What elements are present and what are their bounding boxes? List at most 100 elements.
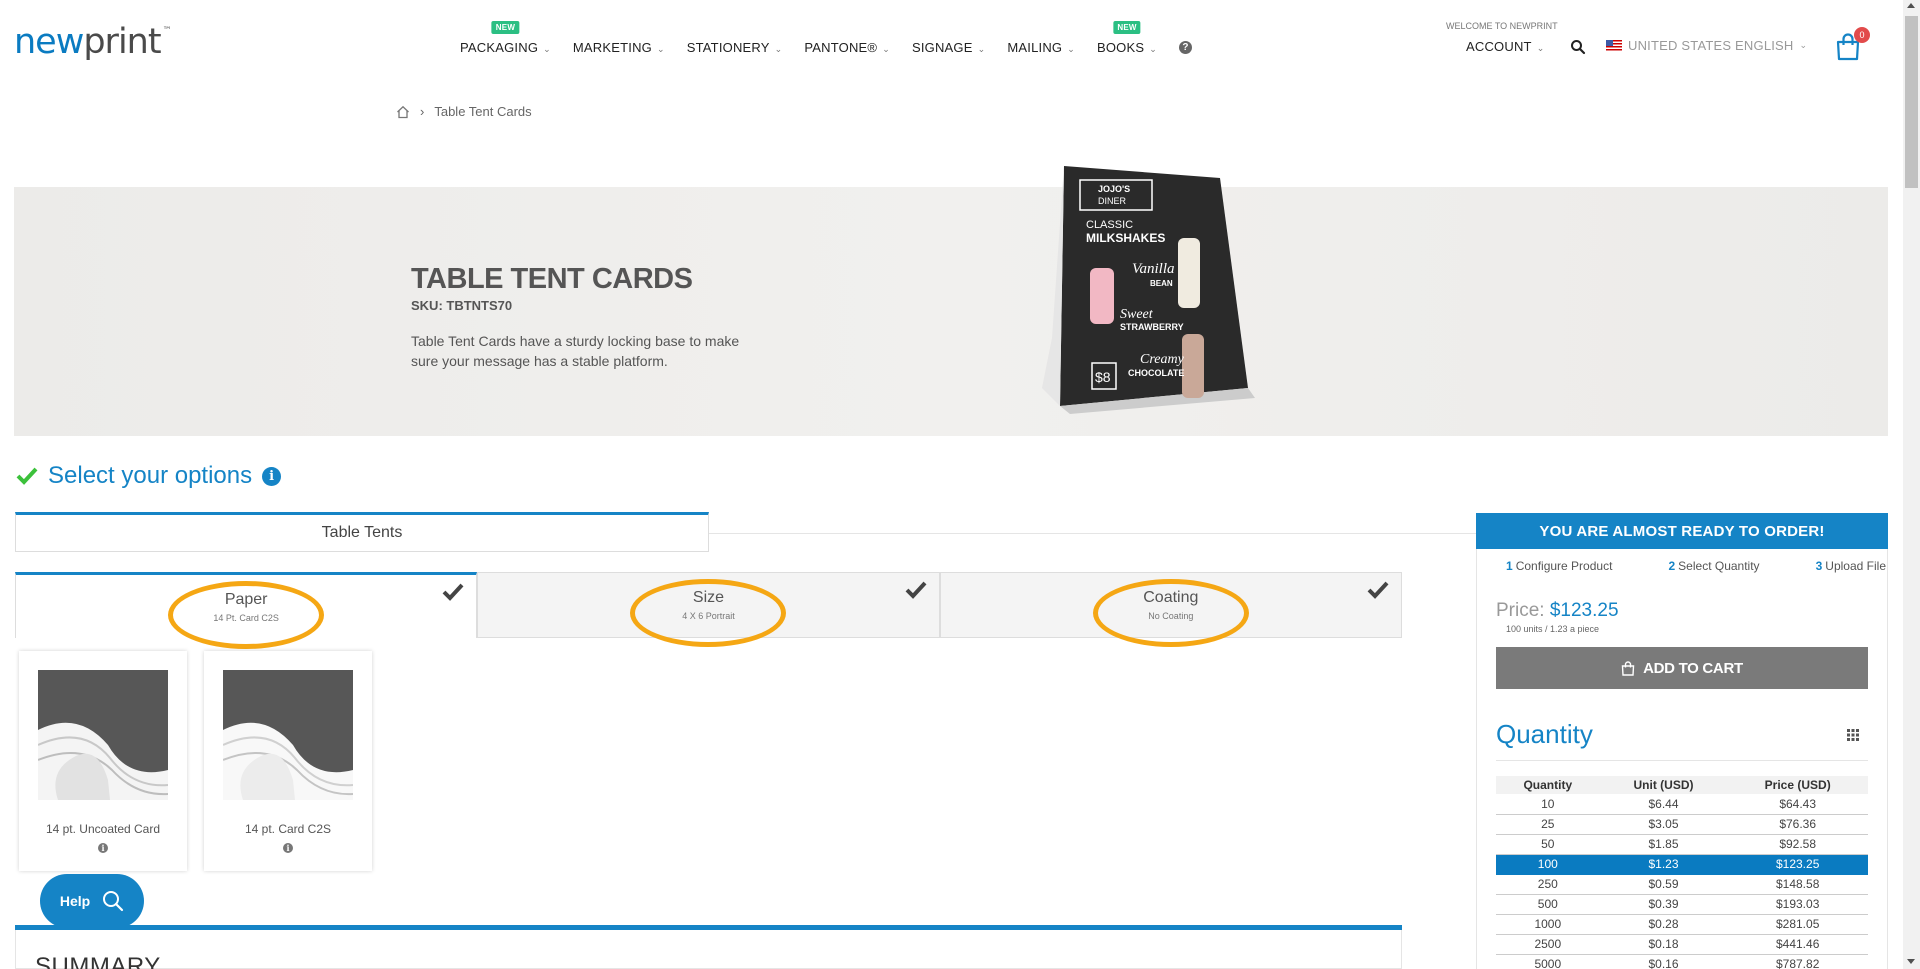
chevron-down-icon: ⌄ (1149, 44, 1157, 54)
new-badge: NEW (1113, 21, 1141, 34)
svg-text:MILKSHAKES: MILKSHAKES (1086, 231, 1165, 245)
us-flag-icon (1606, 40, 1622, 51)
breadcrumb: › Table Tent Cards (396, 104, 532, 119)
table-cell-price: $441.46 (1727, 934, 1868, 955)
step-quantity: 2 Select Quantity (1668, 559, 1760, 573)
scroll-up-arrow-icon[interactable] (1907, 3, 1915, 8)
nav-books[interactable]: NEW BOOKS ⌄ (1097, 21, 1157, 55)
table-cell-unit: $0.39 (1599, 894, 1728, 915)
table-cell-unit: $0.18 (1599, 934, 1728, 955)
table-cell-qty: 50 (1496, 834, 1600, 855)
order-steps: 1 Configure Product 2 Select Quantity 3 Upl… (1506, 559, 1886, 573)
tab-coating[interactable]: Coating No Coating (939, 572, 1402, 647)
table-cell-unit: $6.44 (1599, 794, 1728, 815)
chevron-down-icon: ⌄ (1067, 44, 1075, 54)
paper-stack-image (38, 670, 168, 800)
table-cell-qty: 10 (1496, 794, 1600, 815)
nav-marketing[interactable]: MARKETING ⌄ (573, 40, 665, 55)
checkmark-icon (905, 581, 927, 599)
table-row[interactable]: 100 $1.23 $123.25 (1496, 854, 1868, 875)
table-cell-price: $281.05 (1727, 914, 1868, 935)
grid-view-icon[interactable] (1847, 729, 1859, 741)
site-header: newprint ™ NEW PACKAGING ⌄ MARKETING ⌄ STAT… (0, 0, 1900, 92)
scroll-down-arrow-icon[interactable] (1907, 959, 1915, 964)
chevron-down-icon: ⌄ (1536, 43, 1545, 53)
nav-signage[interactable]: SIGNAGE ⌄ (912, 40, 985, 55)
tab-size[interactable]: Size 4 X 6 Portrait (477, 572, 940, 647)
table-cell-price: $148.58 (1727, 874, 1868, 895)
language-selector[interactable]: UNITED STATES ENGLISH ⌄ (1606, 38, 1807, 53)
newprint-logo[interactable]: newprint ™ (14, 22, 172, 62)
table-row[interactable]: 10 $6.44 $64.43 (1496, 794, 1868, 815)
nav-pantone[interactable]: PANTONE® ⌄ (804, 40, 890, 55)
scrollbar-thumb[interactable] (1905, 16, 1918, 188)
chevron-down-icon: ⌄ (1799, 40, 1808, 50)
question-icon: ? (1178, 41, 1192, 54)
table-row[interactable]: 1000 $0.28 $281.05 (1496, 914, 1868, 935)
table-cell-price: $92.58 (1727, 834, 1868, 855)
chevron-down-icon: ⌄ (882, 44, 890, 54)
svg-text:CLASSIC: CLASSIC (1086, 219, 1133, 231)
product-hero (14, 187, 1888, 436)
info-icon[interactable]: i (262, 466, 282, 486)
help-button[interactable]: Help (40, 874, 144, 928)
table-cell-price: $787.82 (1727, 954, 1868, 969)
svg-text:CHOCOLATE: CHOCOLATE (1128, 368, 1184, 378)
product-description: Table Tent Cards have a sturdy locking b… (411, 333, 740, 369)
product-title: TABLE TENT CARDS (411, 263, 693, 295)
table-row[interactable]: 2500 $0.18 $441.46 (1496, 934, 1868, 955)
svg-text:JOJO'S: JOJO'S (1098, 184, 1130, 194)
paper-card-c2s[interactable]: 14 pt. Card C2S i (204, 651, 372, 871)
home-icon[interactable] (396, 105, 410, 119)
cart-count-badge: 0 (1854, 27, 1870, 43)
table-cell-qty: 1000 (1496, 914, 1600, 935)
table-row[interactable]: 25 $3.05 $76.36 (1496, 814, 1868, 835)
table-cell-qty: 25 (1496, 814, 1600, 835)
tab-table-tents[interactable]: Table Tents (15, 512, 709, 552)
nav-packaging[interactable]: NEW PACKAGING ⌄ (460, 21, 551, 55)
table-header-row: Quantity Unit (USD) Price (USD) (1496, 776, 1868, 794)
svg-text:Creamy: Creamy (1140, 352, 1185, 367)
table-cell-price: $123.25 (1727, 854, 1868, 875)
chevron-down-icon: ⌄ (543, 44, 551, 54)
table-cell-price: $64.43 (1727, 794, 1868, 815)
nav-stationery[interactable]: STATIONERY ⌄ (687, 40, 783, 55)
summary-section (15, 930, 1402, 969)
search-icon[interactable] (1570, 39, 1586, 55)
table-row[interactable]: 500 $0.39 $193.03 (1496, 894, 1868, 915)
account-menu[interactable]: ACCOUNT ⌄ (1466, 39, 1544, 54)
chevron-down-icon: ⌄ (977, 44, 986, 54)
info-icon[interactable]: i (283, 843, 293, 853)
table-cell-qty: 500 (1496, 894, 1600, 915)
svg-text:BEAN: BEAN (1150, 279, 1173, 288)
quantity-divider (1496, 760, 1868, 761)
paper-card-uncoated[interactable]: 14 pt. Uncoated Card i (19, 651, 187, 871)
order-panel-header: YOU ARE ALMOST READY TO ORDER! (1476, 513, 1888, 549)
paper-stack-image (223, 670, 353, 800)
step-upload: 3 Upload File (1815, 559, 1886, 573)
shopping-bag-icon (1621, 660, 1635, 676)
table-row[interactable]: 5000 $0.16 $787.82 (1496, 954, 1868, 969)
paper-options: 14 pt. Uncoated Card i 14 pt. Card C2S i (19, 651, 372, 871)
add-to-cart-button[interactable]: ADD TO CART (1496, 647, 1868, 689)
tab-paper[interactable]: Paper 14 Pt. Card C2S (15, 572, 478, 649)
table-cell-qty: 5000 (1496, 954, 1600, 969)
svg-text:Vanilla: Vanilla (1132, 261, 1175, 277)
checkmark-icon (1367, 581, 1389, 599)
table-cell-price: $193.03 (1727, 894, 1868, 915)
table-cell-unit: $0.28 (1599, 914, 1728, 935)
breadcrumb-separator: › (420, 104, 425, 119)
highlight-circle (168, 581, 325, 649)
quantity-table-body: 10 $6.44 $64.43 25 $3.05 $76.36 50 $1.85 $92.58 1… (1496, 794, 1868, 969)
table-tent-product-image: JOJO'S DINER CLASSIC MILKSHAKES Vanilla … (1042, 166, 1255, 414)
chevron-down-icon: ⌄ (774, 44, 783, 54)
product-sku: SKU: TBTNTS70 (411, 298, 513, 313)
nav-help[interactable]: ? (1178, 40, 1192, 55)
table-row[interactable]: 50 $1.85 $92.58 (1496, 834, 1868, 855)
nav-mailing[interactable]: MAILING ⌄ (1007, 40, 1075, 55)
highlight-circle (1092, 579, 1249, 647)
table-row[interactable]: 250 $0.59 $148.58 (1496, 874, 1868, 895)
table-cell-unit: $0.16 (1599, 954, 1728, 969)
table-cell-unit: $3.05 (1599, 814, 1728, 835)
info-icon[interactable]: i (98, 843, 108, 853)
